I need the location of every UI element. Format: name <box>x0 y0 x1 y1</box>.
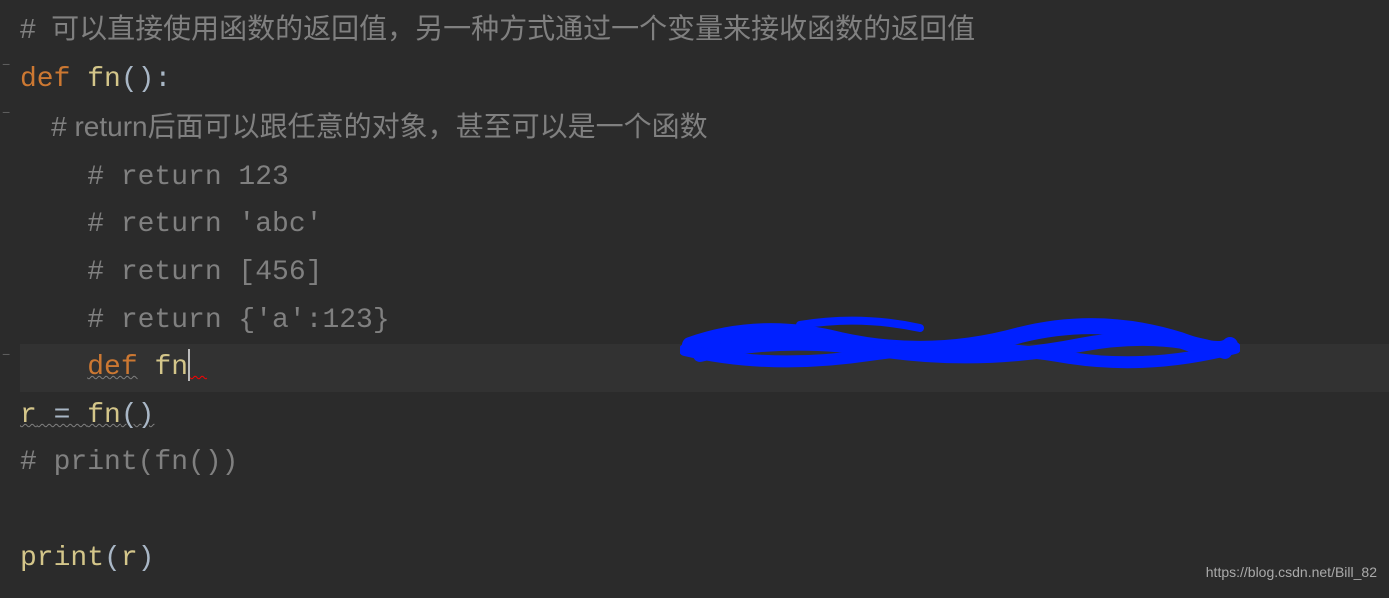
watermark-text: https://blog.csdn.net/Bill_82 <box>1206 561 1377 585</box>
code-line-1[interactable]: # 可以直接使用函数的返回值，另一种方式通过一个变量来接收函数的返回值 <box>20 5 1389 56</box>
code-line-5[interactable]: # return 'abc' <box>20 201 1389 249</box>
function-call-fn: fn <box>87 400 121 431</box>
fold-marker-icon[interactable]: − <box>2 103 12 113</box>
code-line-2[interactable]: def fn(): <box>20 56 1389 104</box>
builtin-print: print <box>20 543 104 574</box>
function-name: fn <box>87 64 121 95</box>
comment-text: # 可以直接使用函数的返回值，另一种方式通过一个变量来接收函数的返回值 <box>20 13 975 44</box>
code-line-12[interactable]: print(r) <box>20 535 1389 583</box>
open-paren: ( <box>104 543 121 574</box>
indent <box>20 352 87 383</box>
code-line-9[interactable]: r = fn() <box>20 392 1389 440</box>
fold-marker-icon[interactable]: − <box>2 55 12 65</box>
close-paren: ) <box>138 543 155 574</box>
keyword-def: def <box>87 352 137 383</box>
code-editor[interactable]: # 可以直接使用函数的返回值，另一种方式通过一个变量来接收函数的返回值 def … <box>20 5 1389 582</box>
equals: = <box>37 400 87 431</box>
variable-r: r <box>121 543 138 574</box>
comment-text: # return后面可以跟任意的对象，甚至可以是一个函数 <box>20 111 708 142</box>
comment-text: # return 123 <box>20 162 289 193</box>
comment-text: # return {'a':123} <box>20 305 390 336</box>
code-line-11-blank[interactable] <box>20 487 1389 535</box>
comment-text: # return [456] <box>20 257 322 288</box>
call-parens: () <box>121 400 155 431</box>
code-line-10[interactable]: # print(fn()) <box>20 439 1389 487</box>
variable-r: r <box>20 400 37 431</box>
code-line-7[interactable]: # return {'a':123} <box>20 297 1389 345</box>
code-line-8-current[interactable]: def fn <box>20 344 1389 392</box>
identifier-fn: fn <box>154 352 188 383</box>
comment-text: # return 'abc' <box>20 209 322 240</box>
comment-text: # print(fn()) <box>20 447 238 478</box>
code-line-6[interactable]: # return [456] <box>20 249 1389 297</box>
editor-gutter: − − − <box>0 5 15 598</box>
keyword-def: def <box>20 64 70 95</box>
error-squiggle <box>190 352 207 383</box>
code-line-4[interactable]: # return 123 <box>20 154 1389 202</box>
parens-colon: (): <box>121 64 171 95</box>
code-line-3[interactable]: # return后面可以跟任意的对象，甚至可以是一个函数 <box>20 103 1389 154</box>
fold-marker-icon[interactable]: − <box>2 345 12 355</box>
